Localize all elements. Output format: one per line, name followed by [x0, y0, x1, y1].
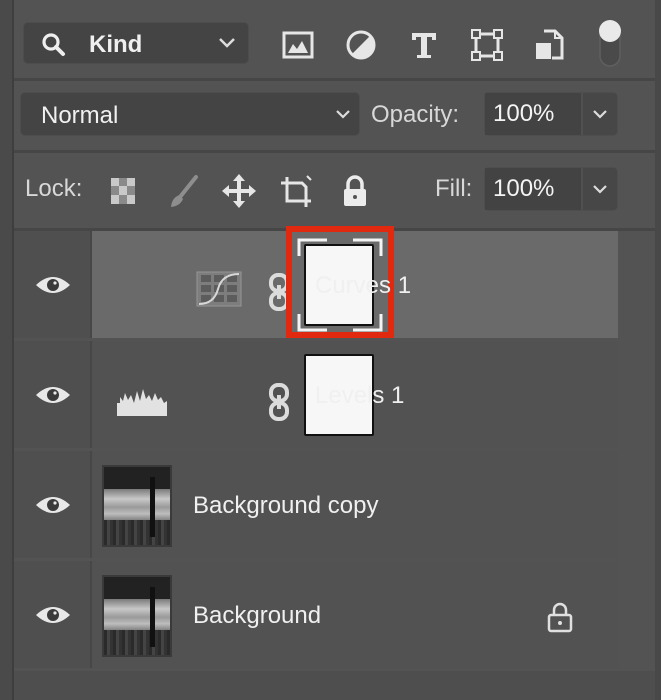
layers-empty-area — [14, 671, 655, 700]
lock-artboard-icon[interactable] — [278, 173, 314, 209]
filter-kind-label: Kind — [89, 31, 143, 58]
layer-image-thumbnail[interactable] — [102, 575, 172, 657]
chevron-down-icon — [593, 110, 607, 119]
lock-icon[interactable] — [546, 601, 574, 633]
thumbnail-tree — [150, 477, 155, 537]
lock-transparent-pixels-icon[interactable] — [106, 173, 142, 209]
layer-name[interactable]: Background copy — [193, 492, 378, 520]
lock-label: Lock: — [25, 175, 83, 202]
lock-all-icon[interactable] — [337, 173, 373, 209]
chevron-down-icon — [593, 185, 607, 194]
panel-right-edge — [655, 0, 661, 700]
opacity-value[interactable]: 100% — [485, 93, 583, 135]
fill-dropdown-button[interactable] — [583, 168, 617, 210]
smart-object-filter-icon[interactable] — [532, 28, 566, 62]
chevron-down-icon — [219, 38, 235, 48]
filter-kind-select[interactable]: Kind — [23, 22, 249, 64]
blend-mode-select[interactable]: Normal — [20, 92, 360, 136]
layer-name[interactable]: Curves 1 — [315, 272, 411, 300]
layer-name[interactable]: Background — [193, 602, 321, 630]
fill-label: Fill: — [435, 175, 473, 202]
visibility-toggle[interactable] — [14, 341, 92, 448]
layer-content[interactable]: Levels 1 — [92, 341, 618, 448]
layer-content[interactable]: Curves 1 — [92, 226, 618, 338]
eye-icon — [36, 387, 70, 403]
shape-filter-icon[interactable] — [470, 28, 504, 62]
curves-adjustment-icon — [196, 271, 242, 307]
visibility-toggle[interactable] — [14, 451, 92, 558]
image-filter-icon[interactable] — [281, 28, 315, 62]
layer-row-background[interactable]: Background — [14, 561, 618, 668]
blend-mode-value: Normal — [41, 102, 119, 129]
type-filter-icon[interactable] — [407, 28, 441, 62]
layer-content[interactable]: Background copy — [92, 451, 618, 558]
thumbnail-sky — [104, 577, 170, 601]
search-icon — [42, 33, 65, 56]
lock-image-pixels-icon[interactable] — [166, 173, 202, 209]
lock-bar: Lock: Fill: 100% — [14, 153, 655, 231]
panel-left-edge — [0, 0, 14, 700]
thumbnail-sky — [104, 467, 170, 491]
layer-content[interactable]: Background — [92, 561, 618, 668]
thumbnail-ground — [104, 520, 170, 545]
fill-field[interactable]: 100% — [484, 167, 618, 211]
layer-image-thumbnail[interactable] — [102, 465, 172, 547]
thumbnail-water — [104, 598, 170, 632]
layer-name[interactable]: Levels 1 — [315, 382, 404, 410]
fill-value[interactable]: 100% — [485, 168, 583, 210]
thumbnail-ground — [104, 630, 170, 655]
blend-mode-bar: Normal Opacity: 100% — [14, 81, 655, 153]
chevron-down-icon — [336, 110, 350, 119]
mask-link-icon[interactable] — [268, 383, 290, 421]
layer-filter-bar: Kind — [14, 0, 655, 81]
visibility-toggle[interactable] — [14, 231, 92, 338]
levels-adjustment-icon — [117, 389, 167, 416]
thumbnail-tree — [150, 587, 155, 647]
lock-position-icon[interactable] — [221, 173, 257, 209]
opacity-dropdown-button[interactable] — [583, 93, 617, 135]
layer-row-levels-1[interactable]: Levels 1 — [14, 341, 618, 448]
eye-icon — [36, 277, 70, 293]
adjustment-filter-icon[interactable] — [344, 28, 378, 62]
opacity-label: Opacity: — [371, 101, 460, 128]
layer-row-background-copy[interactable]: Background copy — [14, 451, 618, 558]
layer-row-curves-1[interactable]: Curves 1 — [14, 226, 618, 338]
opacity-field[interactable]: 100% — [484, 92, 618, 136]
layers-list: Curves 1 Levels 1 Background copy Backgr… — [14, 226, 618, 671]
thumbnail-water — [104, 488, 170, 522]
filter-toggle-switch[interactable] — [597, 18, 623, 68]
eye-icon — [36, 607, 70, 623]
visibility-toggle[interactable] — [14, 561, 92, 668]
eye-icon — [36, 497, 70, 513]
